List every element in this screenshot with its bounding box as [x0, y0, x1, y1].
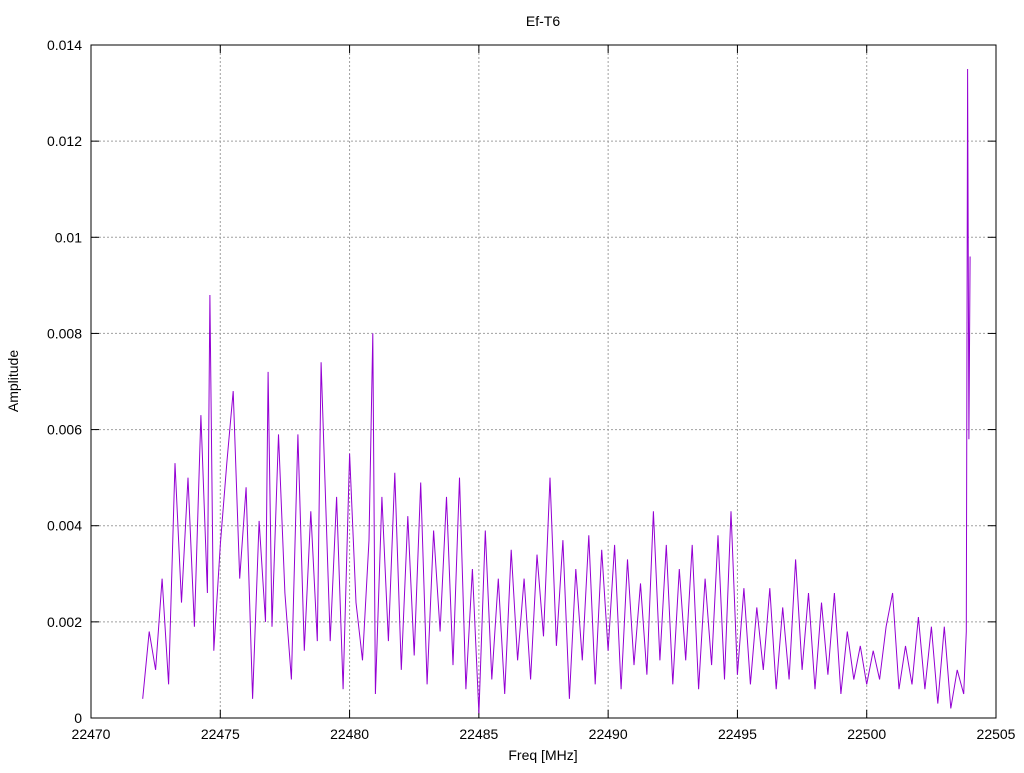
y-tick-label: 0.004 [47, 518, 82, 534]
x-tick-label: 22480 [330, 726, 369, 742]
series-line [142, 68, 971, 714]
tick-labels: 22470 22475 22480 22485 22490 22495 22500 22505… [47, 37, 1016, 742]
y-tick-label: 0.012 [47, 133, 82, 149]
y-tick-label: 0 [74, 710, 82, 726]
y-tick-label: 0.002 [47, 614, 82, 630]
x-tick-label: 22485 [459, 726, 498, 742]
x-tick-label: 22495 [718, 726, 757, 742]
x-tick-label: 22475 [201, 726, 240, 742]
y-tick-label: 0.01 [55, 229, 82, 245]
ticks [90, 44, 997, 719]
y-tick-label: 0.014 [47, 37, 82, 53]
grid [91, 45, 996, 718]
y-axis-label: Amplitude [5, 350, 21, 412]
plot-border [90, 44, 997, 719]
x-tick-label: 22505 [977, 726, 1016, 742]
y-tick-label: 0.008 [47, 325, 82, 341]
x-tick-label: 22490 [589, 726, 628, 742]
x-tick-label: 22500 [847, 726, 886, 742]
x-tick-label: 22470 [72, 726, 111, 742]
series-group [142, 68, 971, 714]
chart: 22470 22475 22480 22485 22490 22495 22500 22505… [5, 13, 1016, 763]
chart-title: Ef-T6 [526, 13, 560, 29]
y-tick-label: 0.006 [47, 422, 82, 438]
x-axis-label: Freq [MHz] [508, 747, 577, 763]
